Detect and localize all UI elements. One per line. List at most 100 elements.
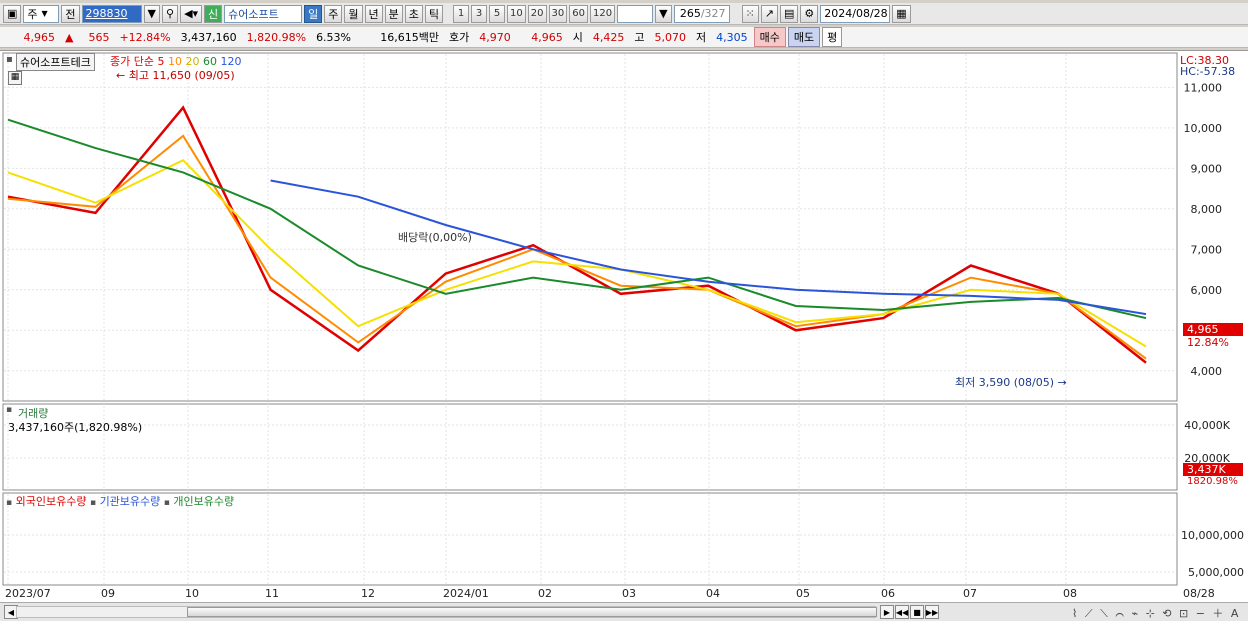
volume-current-tag: 3,437K [1183,463,1243,476]
search-icon[interactable]: ⚲ [162,4,179,23]
interval-week[interactable]: 주 [324,4,343,23]
price-tick-label: 9,000 [1191,162,1223,175]
custom-dropdown-icon[interactable]: ▼ [655,4,672,23]
x-axis-label: 09 [101,587,115,600]
count-field[interactable]: 265/327 [673,4,730,23]
code-dropdown-icon[interactable]: ▼ [143,4,160,23]
quote-bar: 4,965 ▲ 565 +12.84% 3,437,160 1,820.98% … [0,27,1248,48]
x-axis-label: 11 [265,587,279,600]
hoga-label: 호가 [449,31,470,44]
panel-menu-icon[interactable]: ▪ [6,54,13,65]
count-total: /327 [700,7,726,20]
x-axis-label: 08/28 [1183,587,1215,600]
volume-panel-frame [2,403,1178,491]
prev-button[interactable]: 전 [61,4,80,23]
current-price: 4,965 [23,30,56,44]
holdings-tick-label: 5,000,000 [1188,566,1244,579]
interval-month[interactable]: 월 [344,4,363,23]
scroll-thumb[interactable] [187,607,877,617]
period-value: 주 [27,7,38,21]
x-axis-label: 05 [796,587,810,600]
x-axis-label: 03 [622,587,636,600]
scroll-right-icon[interactable]: ▶ [880,605,894,619]
interval-year[interactable]: 년 [364,4,383,23]
grid-icon[interactable]: ⁙ [741,4,759,23]
num-1[interactable]: 1 [453,4,470,23]
x-axis-label: 10 [185,587,199,600]
institution-holdings-label: 기관보유수량 [99,495,161,508]
x-axis-label: 06 [881,587,895,600]
save-icon[interactable]: ▤ [779,4,799,23]
custom-interval-input[interactable] [617,4,654,23]
bid-price: 4,965 [531,30,563,44]
high-marker: ← 최고 11,650 (09/05) [116,69,235,82]
stock-code-input[interactable]: 298830 [81,4,142,23]
interval-day[interactable]: 일 [304,4,323,23]
num-60[interactable]: 60 [569,4,588,23]
interval-second[interactable]: 초 [404,4,423,23]
holdings-menu-icon[interactable]: ▪ [6,498,12,508]
toolbar: ▣ 주 ▼ 전 298830 ▼ ⚲ ◀▾ 신 슈어소프트 일 주 월 년 분 초… [0,3,1248,25]
calendar-icon[interactable]: ▦ [892,4,911,23]
speaker-icon[interactable]: ◀▾ [180,4,203,23]
price-tick-label: 6,000 [1191,284,1223,297]
volume-value: 3,437,160 [180,30,237,44]
high-marker-text: 최고 11,650 (09/05) [128,69,235,82]
buy-button[interactable]: 매수 [753,27,786,47]
stock-name-field[interactable]: 슈어소프트 [224,4,303,23]
eval-button[interactable]: 평 [822,27,843,47]
x-axis-label: 12 [361,587,375,600]
chart-area[interactable]: 11,00010,0009,0008,0007,0006,0005,0004,0… [0,50,1248,602]
price-tick-label: 4,000 [1191,365,1223,378]
chart-svg[interactable]: 11,00010,0009,0008,0007,0006,0005,0004,0… [0,51,1248,603]
low-price: 4,305 [716,30,748,44]
ask-price: 4,970 [479,30,511,44]
holdings-tick-label: 10,000,000 [1181,529,1244,542]
individual-holdings-label: 개인보유수량 [173,495,235,508]
scroll-track[interactable] [16,606,877,618]
scrollbar[interactable]: ◀ ▶ ◀◀ ■ ▶▶ ⌇ ⟋ ⟍ ⌒ ⌁ ⊹ ⟲ ⊡ − ＋ A [0,602,1248,621]
rewind-icon[interactable]: ◀◀ [895,605,909,619]
chevron-down-icon: ▼ [41,9,48,18]
period-select[interactable]: 주 ▼ [23,4,60,23]
interval-minute[interactable]: 분 [384,4,403,23]
x-axis-label: 2024/01 [443,587,489,600]
change-rate: +12.84% [119,30,171,44]
price-tick-label: 7,000 [1191,243,1223,256]
num-120[interactable]: 120 [589,4,616,23]
x-axis-label: 2023/07 [5,587,51,600]
num-20[interactable]: 20 [527,4,547,23]
drawing-tools[interactable]: ⌇ ⟋ ⟍ ⌒ ⌁ ⊹ ⟲ ⊡ − ＋ A [1072,605,1240,621]
table-icon[interactable]: ▦ [8,71,22,85]
foreign-holdings-label: 외국인보유수량 [15,495,87,508]
low-marker-text: 최저 3,590 (08/05) [955,376,1055,389]
volume-tick-label: 40,000K [1184,419,1230,432]
holdings-legend: ▪ 외국인보유수량 ▪ 기관보유수량 ▪ 개인보유수량 [6,493,234,509]
stop-icon[interactable]: ■ [910,605,924,619]
dividend-marker: 배당락(0,00%) [398,231,472,244]
price-change: 565 [88,30,110,44]
current-price-tag: 4,965 [1183,323,1243,336]
trade-amount: 16,615백만 [380,31,440,44]
sell-button[interactable]: 매도 [787,27,821,47]
low-label: 저 [696,31,707,44]
interval-tick[interactable]: 틱 [424,4,444,23]
fast-forward-icon[interactable]: ▶▶ [925,605,939,619]
num-30[interactable]: 30 [548,4,568,23]
trend-icon[interactable]: ↗ [760,4,778,23]
up-arrow-icon: ▲ [65,30,74,44]
turnover-rate: 6.53% [316,30,352,44]
date-field[interactable]: 2024/08/28 [820,4,891,23]
layout-icon[interactable]: ▣ [3,4,22,23]
low-marker: 최저 3,590 (08/05) → [955,376,1067,389]
price-panel-frame [2,52,1178,402]
volume-menu-icon[interactable]: ▪ [6,405,12,415]
stock-title: 슈어소프트테크 [16,53,95,71]
volume-rate-tag: 1820.98% [1187,476,1238,487]
num-5[interactable]: 5 [489,4,506,23]
volume-readout: 3,437,160주(1,820.98%) [8,421,143,434]
num-10[interactable]: 10 [507,4,526,23]
high-price: 5,070 [654,30,687,44]
num-3[interactable]: 3 [471,4,488,23]
gear-icon[interactable]: ⚙ [800,4,819,23]
